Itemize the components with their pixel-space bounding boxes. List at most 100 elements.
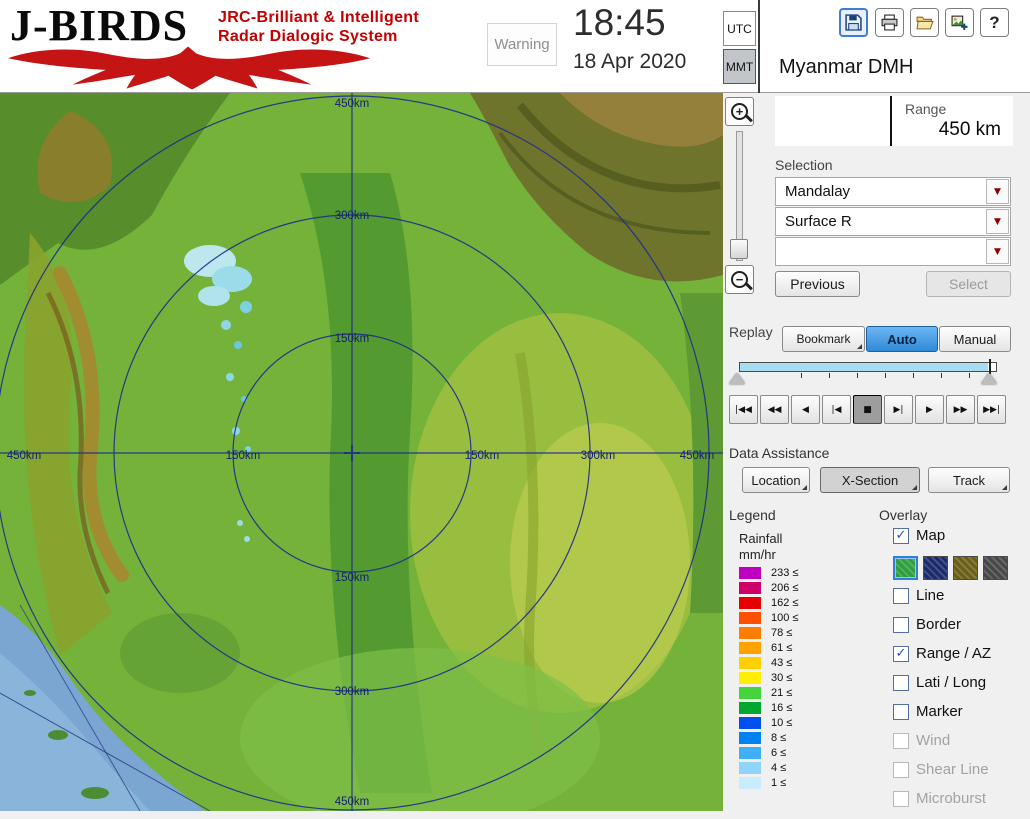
print-button[interactable] — [875, 8, 904, 37]
radar-map-canvas: 450km 300km 150km 150km 300km 450km 450km 150km… — [0, 93, 723, 811]
help-button[interactable]: ? — [980, 8, 1009, 37]
zoom-in-button[interactable]: + — [725, 97, 754, 126]
checkbox[interactable]: ✓ — [893, 527, 909, 544]
open-folder-button[interactable] — [910, 8, 939, 37]
legend-color-swatch — [739, 656, 761, 669]
previous-button[interactable]: Previous — [775, 271, 860, 297]
map-style-swatch-3[interactable] — [953, 556, 978, 580]
range-ring-label: 150km — [465, 450, 500, 462]
overlay-item-map[interactable]: ✓ Map — [893, 527, 1028, 544]
select-button[interactable]: Select — [926, 271, 1011, 297]
legend-value: 6 ≤ — [771, 746, 787, 759]
legend-row: 4 ≤ — [739, 760, 798, 775]
add-image-button[interactable] — [945, 8, 974, 37]
open-folder-icon — [915, 16, 934, 30]
overlay-item-wind: Wind — [893, 732, 1028, 749]
add-image-icon — [951, 15, 968, 30]
timeline-start-marker[interactable] — [729, 373, 745, 384]
site-dropdown[interactable]: Mandalay ▼ — [775, 177, 1011, 206]
legend-value: 78 ≤ — [771, 626, 793, 639]
overlay-item-shear-line: Shear Line — [893, 761, 1028, 778]
checkbox — [893, 790, 909, 807]
step-back-button[interactable]: |◀ — [822, 395, 851, 424]
location-button[interactable]: Location — [742, 467, 810, 493]
range-ring-label: 450km — [7, 450, 42, 462]
play-reverse-button[interactable]: ◀ — [791, 395, 820, 424]
product-dropdown-value: Surface R — [785, 213, 852, 230]
legend-color-swatch — [739, 686, 761, 699]
replay-timeline-slider[interactable] — [729, 359, 1009, 385]
checkbox[interactable] — [893, 703, 909, 720]
overlay-item-label: Shear Line — [916, 761, 989, 778]
stop-button[interactable]: ■ — [853, 395, 882, 424]
legend-value: 8 ≤ — [771, 731, 787, 744]
legend-unit-line1: Rainfall — [739, 531, 783, 546]
legend-row: 21 ≤ — [739, 685, 798, 700]
save-button[interactable] — [839, 8, 868, 37]
track-button[interactable]: Track — [928, 467, 1010, 493]
overlay-item-line[interactable]: Line — [893, 587, 1028, 604]
option-dropdown[interactable]: ▼ — [775, 237, 1011, 266]
legend-row: 43 ≤ — [739, 655, 798, 670]
timeline-track[interactable] — [739, 362, 997, 372]
overlay-item-label: Line — [916, 587, 945, 604]
range-ring-label: 150km — [226, 450, 261, 462]
help-icon: ? — [989, 12, 1000, 32]
legend-row: 6 ≤ — [739, 745, 798, 760]
overlay-item-range-az[interactable]: ✓ Range / AZ — [893, 645, 1028, 662]
product-dropdown[interactable]: Surface R ▼ — [775, 207, 1011, 236]
range-value: 450 km — [938, 119, 1001, 140]
fast-rewind-button[interactable]: ◀◀ — [760, 395, 789, 424]
overlay-options: ✓ Map Line Border ✓ Range / AZ Lati / Long Mark… — [893, 527, 1028, 819]
overlay-item-marker[interactable]: Marker — [893, 703, 1028, 720]
checkbox[interactable] — [893, 674, 909, 691]
range-ring-label: 450km — [335, 98, 370, 110]
bookmark-button[interactable]: Bookmark — [782, 326, 865, 352]
chevron-down-icon[interactable]: ▼ — [986, 209, 1009, 234]
manual-button[interactable]: Manual — [939, 326, 1011, 352]
header-divider — [758, 0, 760, 93]
x-section-button[interactable]: X-Section — [820, 467, 920, 493]
skip-to-start-button[interactable]: |◀◀ — [729, 395, 758, 424]
overlay-item-lati-long[interactable]: Lati / Long — [893, 674, 1028, 691]
play-button[interactable]: ▶ — [915, 395, 944, 424]
legend-color-swatch — [739, 641, 761, 654]
skip-to-end-button[interactable]: ▶▶| — [977, 395, 1006, 424]
checkbox — [893, 761, 909, 778]
timezone-mmt-button[interactable]: MMT — [723, 49, 756, 84]
logo-tagline-line1: JRC-Brilliant & Intelligent — [218, 9, 419, 26]
legend-value: 61 ≤ — [771, 641, 793, 654]
checkbox[interactable] — [893, 587, 909, 604]
legend-value: 4 ≤ — [771, 761, 787, 774]
zoom-slider-thumb[interactable] — [730, 239, 748, 259]
warning-button[interactable]: Warning — [487, 23, 557, 66]
map-style-swatch-2[interactable] — [923, 556, 948, 580]
step-forward-button[interactable]: ▶| — [884, 395, 913, 424]
legend-value: 30 ≤ — [771, 671, 793, 684]
timeline-thumb[interactable] — [981, 373, 997, 384]
chevron-down-icon[interactable]: ▼ — [986, 239, 1009, 264]
checkbox[interactable]: ✓ — [893, 645, 909, 662]
range-ring-label: 150km — [335, 333, 370, 345]
legend-value: 206 ≤ — [771, 581, 799, 594]
fast-forward-button[interactable]: ▶▶ — [946, 395, 975, 424]
map-style-swatch-4[interactable] — [983, 556, 1008, 580]
clock-date: 18 Apr 2020 — [573, 50, 687, 73]
radar-map[interactable]: 450km 300km 150km 150km 300km 450km 450km 150km… — [0, 93, 723, 811]
checkbox[interactable] — [893, 616, 909, 633]
legend-color-swatch — [739, 626, 761, 639]
range-display: Range 450 km — [775, 96, 1013, 146]
timezone-utc-button[interactable]: UTC — [723, 11, 756, 46]
legend-row: 16 ≤ — [739, 700, 798, 715]
legend-label: Legend — [729, 507, 776, 523]
zoom-out-button[interactable]: − — [725, 265, 754, 294]
map-style-swatch-1[interactable] — [893, 556, 918, 580]
overlay-item-label: Border — [916, 616, 962, 633]
zoom-in-icon: + — [731, 103, 748, 120]
site-dropdown-value: Mandalay — [785, 183, 851, 200]
auto-button[interactable]: Auto — [866, 326, 938, 352]
overlay-item-border[interactable]: Border — [893, 616, 1028, 633]
header-bar: J-BIRDS JRC-Brilliant & Intelligent Rada… — [0, 0, 1030, 93]
chevron-down-icon[interactable]: ▼ — [986, 179, 1009, 204]
range-divider — [890, 96, 892, 146]
